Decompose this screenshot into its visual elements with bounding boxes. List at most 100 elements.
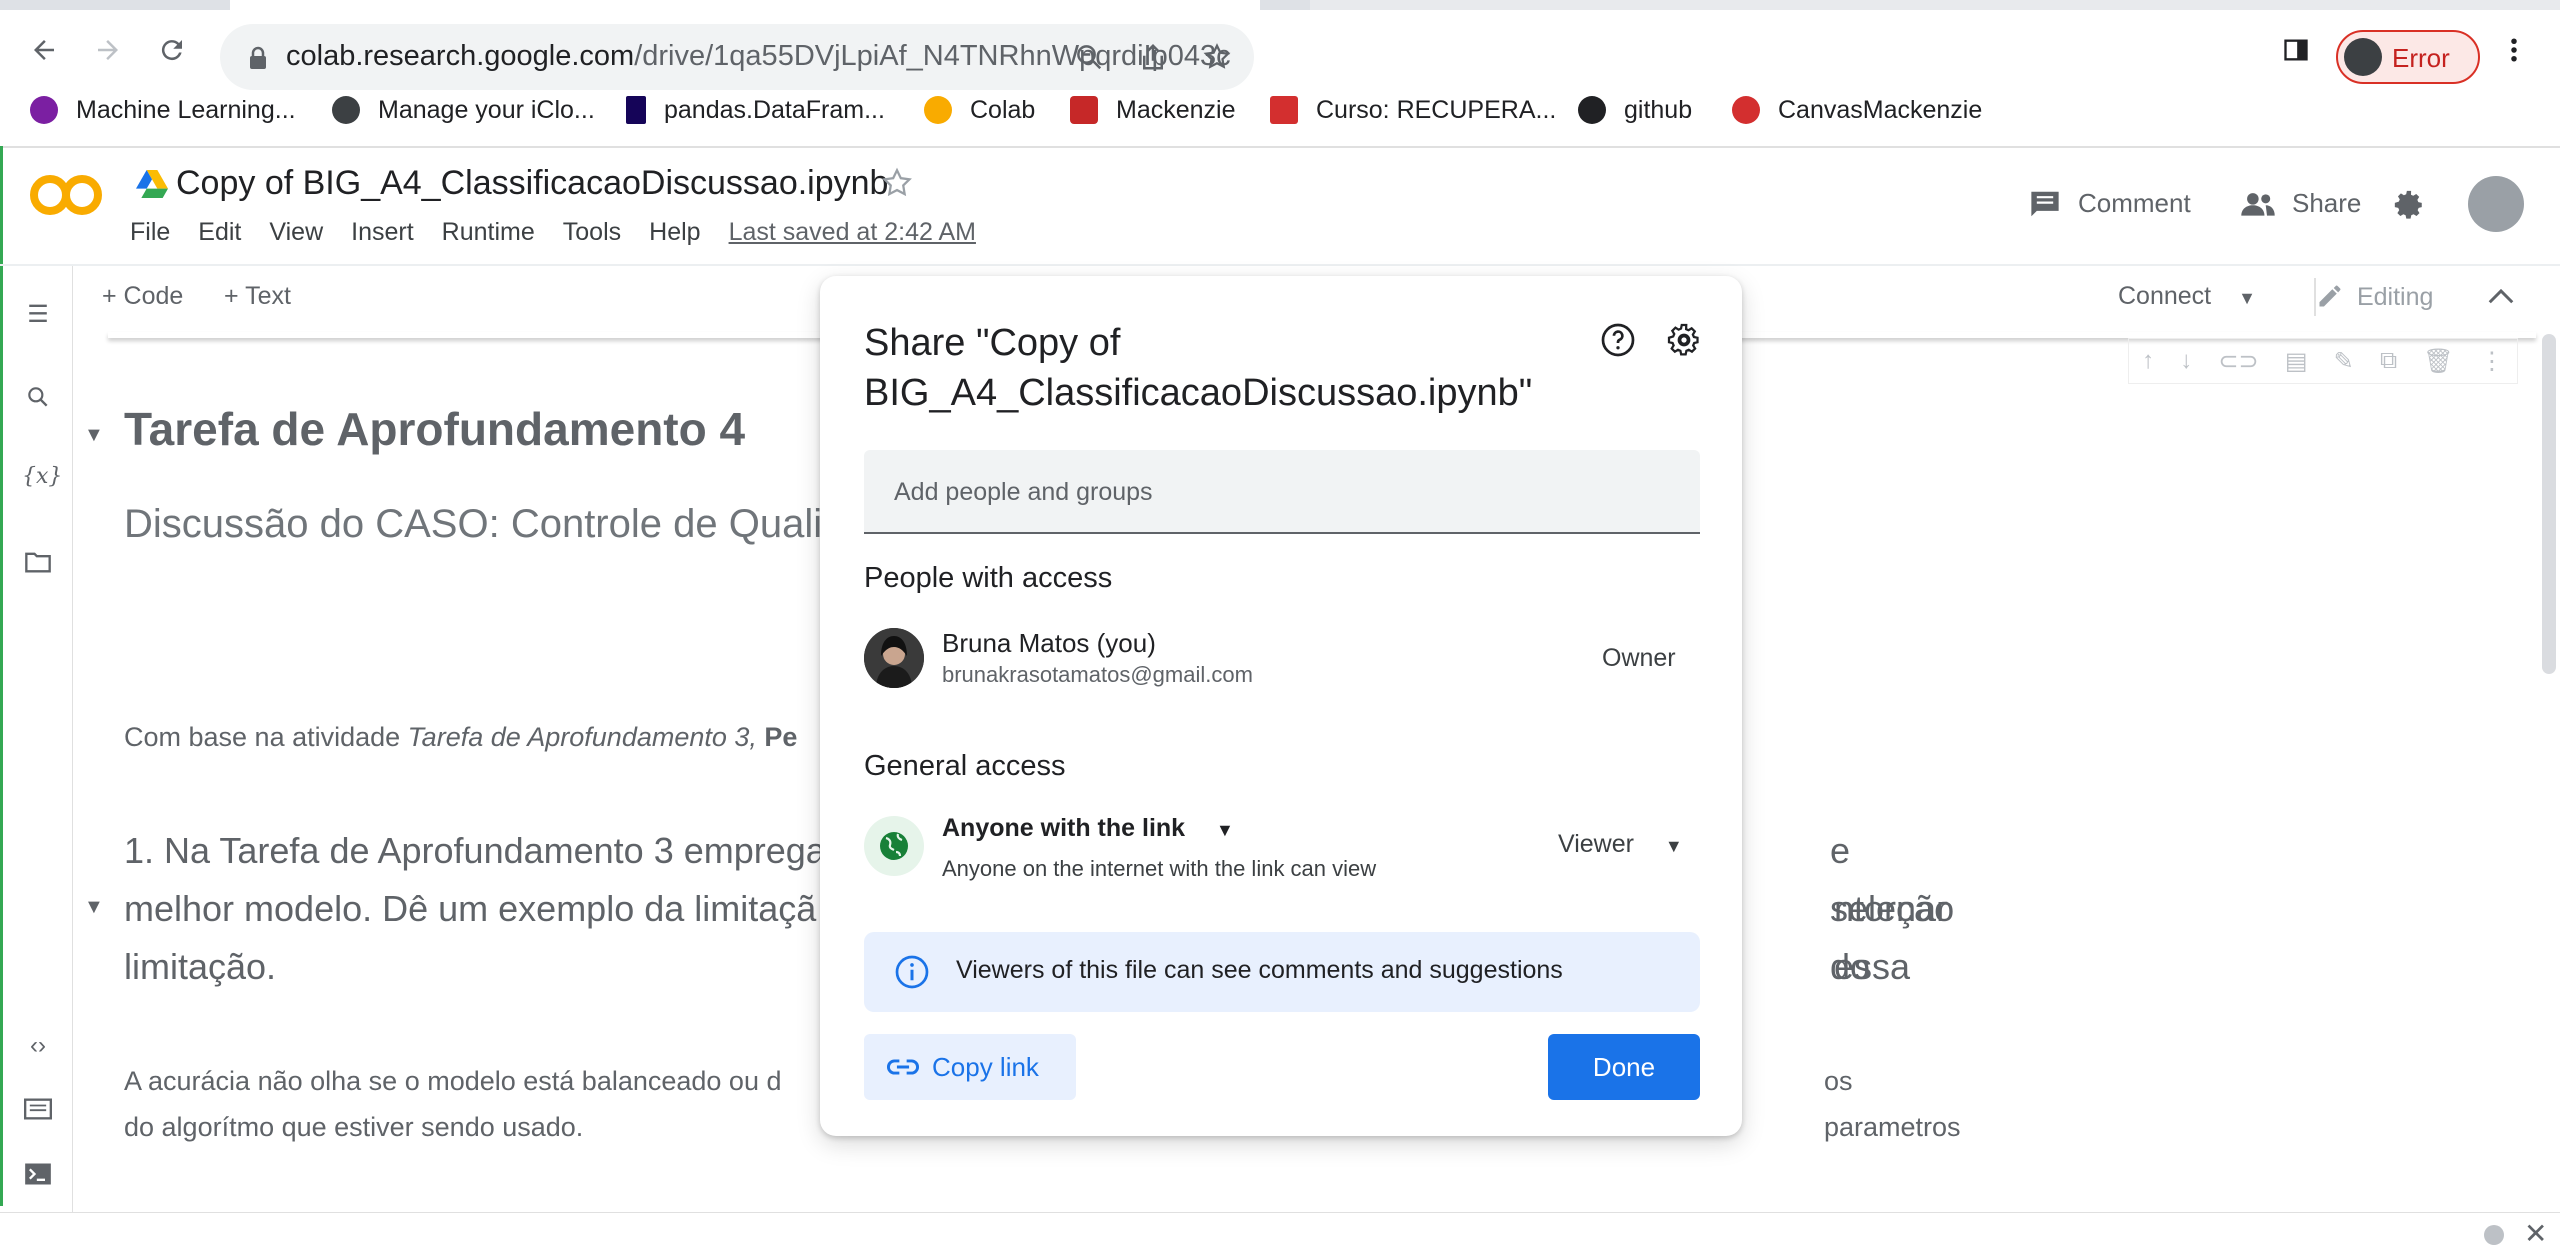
tab-strip — [0, 0, 2560, 10]
settings-gear-icon[interactable] — [2392, 188, 2426, 227]
forward-icon[interactable] — [86, 28, 130, 72]
heading-discussao: Discussão do CASO: Controle de Quali — [124, 502, 823, 546]
zoom-icon[interactable] — [1074, 42, 1104, 72]
reload-icon[interactable] — [150, 28, 194, 72]
done-button[interactable]: Done — [1548, 1034, 1700, 1100]
browser-toolbar: colab.research.google.com/drive/1qa55DVj… — [0, 10, 2560, 90]
bookmark-favicon — [30, 96, 58, 124]
people-icon — [2241, 192, 2275, 216]
collapse-section-icon[interactable]: ▼ — [84, 424, 104, 447]
bookmark-canvas[interactable]: CanvasMackenzie — [1732, 92, 1982, 128]
last-saved-link[interactable]: Last saved at 2:42 AM — [729, 218, 976, 247]
user-avatar[interactable] — [2468, 176, 2524, 232]
help-icon[interactable] — [1600, 322, 1636, 358]
active-tab[interactable] — [230, 0, 1260, 10]
share-page-icon[interactable] — [1138, 42, 1168, 72]
add-people-placeholder: Add people and groups — [894, 478, 1153, 506]
people-with-access-heading: People with access — [864, 562, 1113, 594]
profile-status-label: Error — [2392, 43, 2450, 73]
add-people-input[interactable]: Add people and groups — [864, 450, 1700, 534]
bookmark-github[interactable]: github — [1578, 92, 1692, 128]
done-label: Done — [1592, 1052, 1656, 1082]
person-name: Bruna Matos (you) — [942, 628, 1156, 658]
terminal-icon[interactable] — [22, 1162, 54, 1194]
comment-button[interactable]: Comment — [2028, 188, 2191, 219]
general-access-heading: General access — [864, 750, 1066, 782]
info-icon — [894, 954, 930, 995]
bookmark-curso[interactable]: Curso: RECUPERA... — [1270, 92, 1556, 128]
notebook-scrollbar[interactable] — [2542, 334, 2556, 674]
close-status-icon[interactable]: ✕ — [2524, 1217, 2547, 1250]
dialog-settings-icon[interactable] — [1666, 322, 1702, 358]
edit-cell-icon[interactable]: ✎ — [2334, 347, 2354, 376]
copy-link-button[interactable]: Copy link — [864, 1034, 1076, 1100]
menu-tools[interactable]: Tools — [563, 218, 621, 247]
role-dropdown[interactable]: Viewer ▼ — [1558, 830, 1683, 859]
move-down-icon[interactable]: ↓ — [2180, 347, 2192, 375]
info-text: Viewers of this file can see comments an… — [956, 956, 1563, 984]
canvas-icon — [1732, 96, 1760, 124]
collapse-question-icon[interactable]: ▼ — [84, 896, 104, 919]
bookmark-pandas[interactable]: pandas.DataFram... — [626, 92, 885, 128]
colab-logo[interactable] — [28, 170, 104, 225]
menu-help[interactable]: Help — [649, 218, 700, 247]
profile-error-button[interactable]: Error — [2336, 30, 2480, 84]
side-panel-icon[interactable] — [2274, 28, 2318, 72]
more-options-icon[interactable]: ⋮ — [2480, 347, 2504, 376]
connect-button[interactable]: Connect ▼ — [2118, 282, 2256, 311]
inactive-tab[interactable] — [1310, 0, 2560, 10]
move-up-icon[interactable]: ↑ — [2142, 347, 2154, 375]
link-chain-icon — [886, 1054, 920, 1085]
bookmark-colab[interactable]: Colab — [924, 92, 1035, 128]
share-button[interactable]: Share — [2240, 188, 2361, 219]
menu-edit[interactable]: Edit — [198, 218, 241, 247]
folder-icon[interactable] — [22, 550, 54, 582]
chrome-divider — [0, 146, 2560, 148]
menu-view[interactable]: View — [269, 218, 323, 247]
access-description: Anyone on the internet with the link can… — [942, 856, 1377, 881]
search-icon[interactable] — [22, 384, 54, 416]
copy-link-label: Copy link — [932, 1052, 1039, 1082]
code-snippets-icon[interactable]: ‹› — [22, 1032, 54, 1064]
access-chevron-down-icon: ▼ — [1216, 820, 1234, 840]
variables-icon[interactable]: {x} — [22, 464, 62, 496]
comment-icon — [2031, 191, 2059, 216]
share-dialog: Share "Copy of BIG_A4_ClassificacaoDiscu… — [820, 276, 1742, 1136]
share-dialog-title: Share "Copy of BIG_A4_ClassificacaoDiscu… — [864, 322, 1533, 414]
star-icon[interactable] — [880, 166, 914, 205]
menu-file[interactable]: File — [130, 218, 170, 247]
ead-icon — [1270, 96, 1298, 124]
command-palette-icon[interactable] — [22, 1098, 54, 1130]
notebook-title[interactable]: Copy of BIG_A4_ClassificacaoDiscussao.ip… — [176, 164, 888, 203]
info-banner: Viewers of this file can see comments an… — [864, 932, 1700, 1012]
bookmark-star-icon[interactable] — [1202, 42, 1232, 72]
back-icon[interactable] — [22, 28, 66, 72]
person-avatar — [864, 628, 924, 688]
bookmarks-bar: Machine Learning... Manage your iClo... … — [0, 86, 2560, 136]
bookmark-machine-learning[interactable]: Machine Learning... — [30, 92, 296, 128]
header-divider — [0, 264, 2560, 266]
pandas-icon — [626, 96, 646, 124]
table-of-contents-icon[interactable]: ☰ — [22, 300, 54, 332]
delete-cell-icon[interactable]: 🗑 — [2423, 347, 2453, 376]
comment-cell-icon[interactable]: ▤ — [2285, 347, 2308, 376]
editing-mode-button[interactable]: Editing — [2316, 282, 2433, 312]
link-icon[interactable]: ⊂⊃ — [2218, 347, 2258, 376]
bookmark-icloud[interactable]: Manage your iClo... — [332, 92, 595, 128]
apple-icon — [332, 96, 360, 124]
general-access-dropdown[interactable]: Anyone with the link ▼ — [942, 814, 1234, 843]
collapse-chevron-up-icon[interactable] — [2486, 284, 2516, 313]
profile-avatar — [2344, 38, 2382, 76]
address-bar[interactable]: colab.research.google.com/drive/1qa55DVj… — [220, 24, 1254, 90]
pencil-icon — [2319, 285, 2341, 307]
role-chevron-down-icon: ▼ — [1664, 836, 1683, 856]
menu-insert[interactable]: Insert — [351, 218, 414, 247]
browser-menu-icon[interactable] — [2492, 28, 2536, 72]
mirror-cell-icon[interactable]: ⧉ — [2380, 347, 2397, 375]
person-role: Owner — [1602, 644, 1676, 672]
add-code-button[interactable]: + Code — [102, 282, 183, 311]
menu-runtime[interactable]: Runtime — [442, 218, 535, 247]
github-icon — [1578, 96, 1606, 124]
bookmark-mackenzie[interactable]: Mackenzie — [1070, 92, 1236, 128]
add-text-button[interactable]: + Text — [224, 282, 291, 311]
